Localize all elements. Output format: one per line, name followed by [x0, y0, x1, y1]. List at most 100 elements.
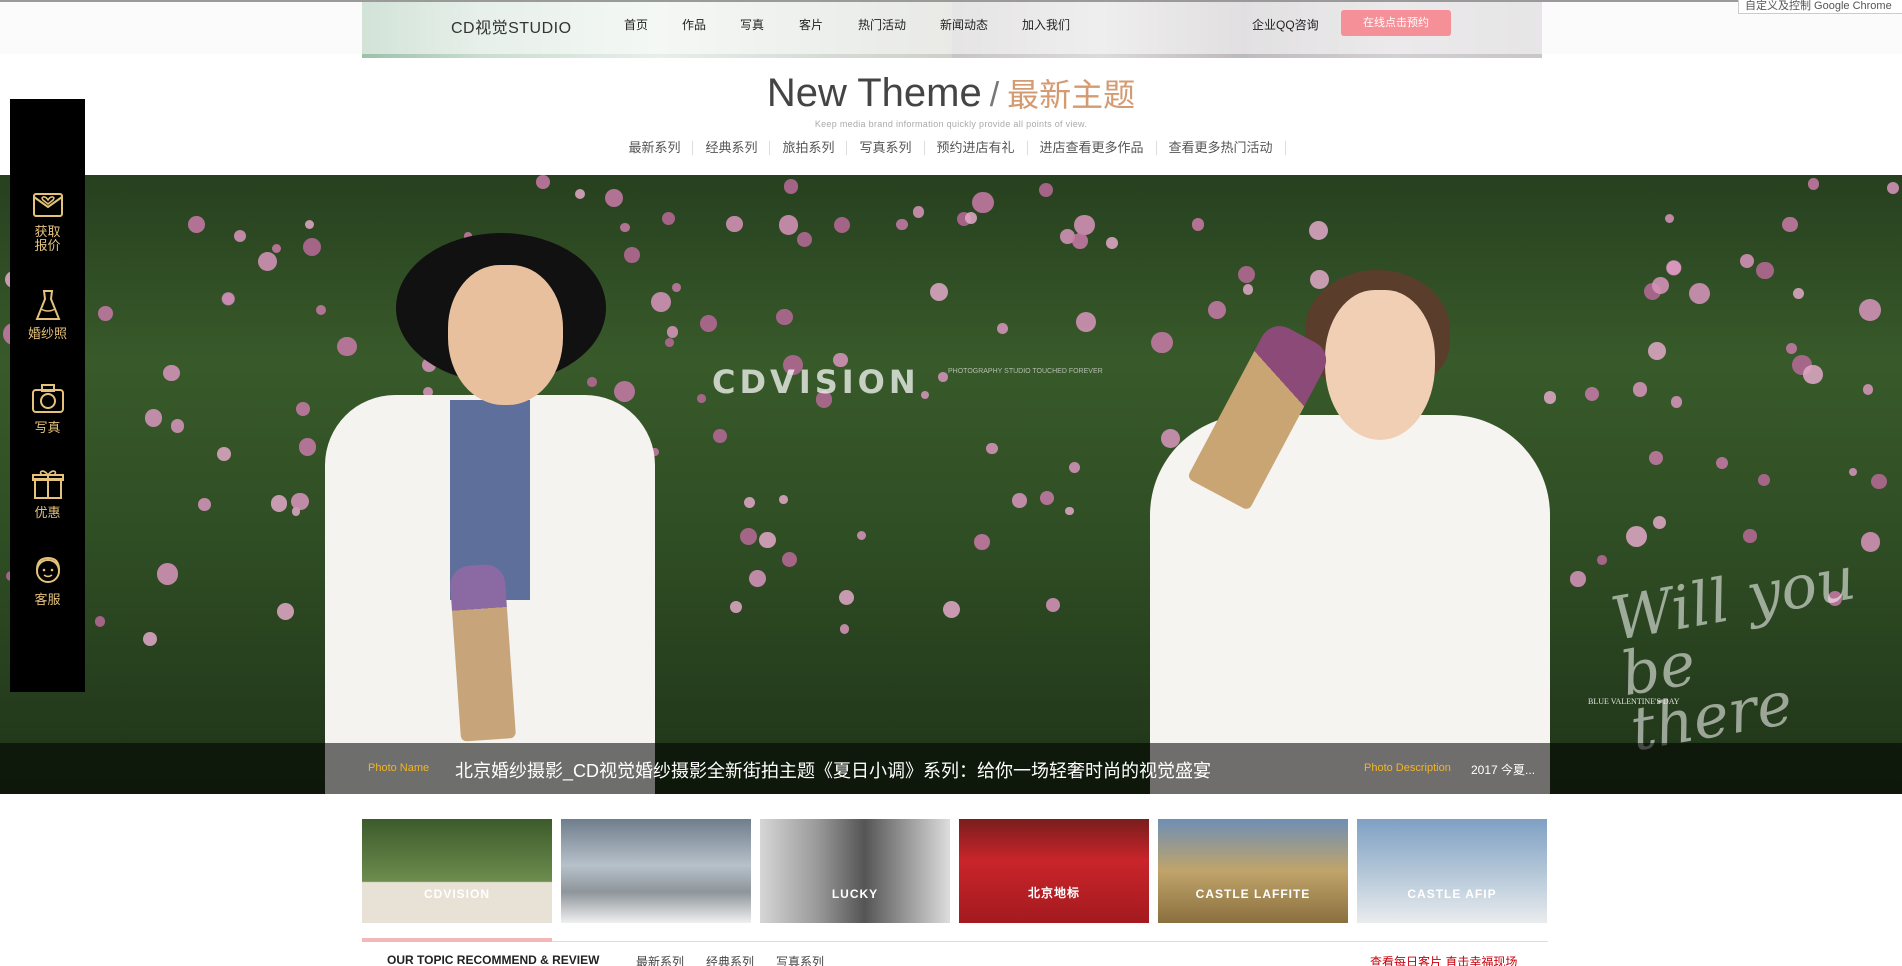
nav-item-events[interactable]: 热门活动 — [858, 16, 940, 33]
sidebar-label-wedding: 婚纱照 — [27, 326, 67, 341]
theme-slash: / — [989, 76, 1000, 114]
category-classic[interactable]: 经典系列 — [693, 141, 771, 155]
sidebar-label-quote: 获取报价 — [34, 224, 61, 253]
heart-mail-icon — [29, 185, 67, 221]
hero-banner[interactable]: CDVISION PHOTOGRAPHY STUDIO TOUCHED FORE… — [0, 175, 1902, 794]
floating-sidebar: 获取报价 婚纱照 写真 优惠 客服 — [10, 99, 85, 692]
flower-blossom — [156, 563, 179, 585]
nav-item-join[interactable]: 加入我们 — [1022, 16, 1104, 33]
flower-blossom — [94, 616, 106, 627]
flower-blossom — [614, 380, 636, 403]
flower-blossom — [1191, 218, 1205, 231]
category-latest[interactable]: 最新系列 — [616, 141, 694, 155]
flower-blossom — [839, 589, 855, 605]
recommend-tab-portrait[interactable]: 写真系列 — [776, 953, 824, 966]
flower-blossom — [839, 624, 850, 634]
recommend-tab-classic[interactable]: 经典系列 — [706, 953, 754, 966]
bride-face — [1325, 290, 1435, 440]
thumbnail-label: 北京地标 — [1027, 886, 1080, 900]
recommend-tab-latest[interactable]: 最新系列 — [636, 953, 684, 966]
flower-blossom — [661, 212, 675, 226]
sidebar-item-portrait[interactable]: 写真 — [10, 381, 85, 435]
thumbnail-4[interactable]: 北京地标 — [959, 819, 1149, 923]
flower-blossom — [217, 447, 232, 462]
nav-item-home[interactable]: 首页 — [624, 16, 682, 33]
flower-blossom — [972, 191, 994, 213]
sidebar-item-wedding[interactable]: 婚纱照 — [10, 287, 85, 341]
flower-blossom — [776, 308, 793, 325]
daily-client-photos-link[interactable]: 查看每日客片 直击幸福现场 — [1370, 953, 1517, 966]
thumbnail-5[interactable]: CASTLE LAFFITE — [1158, 819, 1348, 923]
category-more-works[interactable]: 进店查看更多作品 — [1028, 141, 1157, 155]
theme-title-cn: 最新主题 — [1007, 77, 1136, 113]
thumbnail-strip: CDVISION LUCKY 北京地标 CASTLE LAFFITE CASTL… — [362, 819, 1547, 923]
flower-blossom — [1648, 341, 1667, 360]
camera-icon — [29, 381, 67, 417]
photo-name-label: Photo Name — [368, 762, 430, 774]
sidebar-label-discount: 优惠 — [34, 505, 61, 520]
flower-blossom — [739, 527, 757, 545]
flower-blossom — [302, 237, 321, 257]
photo-title[interactable]: 北京婚纱摄影_CD视觉婚纱摄影全新街拍主题《夏日小调》系列：给你一场轻奢时尚的视… — [455, 757, 1211, 783]
flower-blossom — [604, 188, 623, 207]
nav-item-news[interactable]: 新闻动态 — [940, 16, 1022, 33]
recommend-active-indicator — [362, 938, 552, 942]
thumbnail-6[interactable]: CASTLE AFIP — [1357, 819, 1547, 923]
flower-blossom — [316, 304, 327, 315]
flower-blossom — [672, 283, 682, 293]
thumbnail-label: CASTLE LAFFITE — [1195, 887, 1311, 901]
flower-blossom — [664, 338, 674, 347]
flower-blossom — [1543, 391, 1557, 404]
sidebar-item-quote[interactable]: 获取报价 — [10, 185, 85, 253]
thumbnail-3[interactable]: LUCKY — [760, 819, 950, 923]
flower-blossom — [778, 215, 799, 235]
nav-item-clients[interactable]: 客片 — [799, 16, 858, 33]
flower-blossom — [1862, 384, 1874, 395]
flower-blossom — [233, 230, 246, 243]
flower-blossom — [1237, 266, 1255, 284]
category-travel[interactable]: 旅拍系列 — [770, 141, 848, 155]
thumbnail-label: CDVISION — [423, 887, 490, 901]
category-links: 最新系列 经典系列 旅拍系列 写真系列 预约进店有礼 进店查看更多作品 查看更多… — [0, 141, 1902, 155]
sidebar-item-service[interactable]: 客服 — [10, 553, 85, 607]
flower-blossom — [974, 533, 991, 550]
flower-blossom — [536, 175, 550, 189]
theme-heading: New Theme / 最新主题 — [0, 70, 1902, 116]
flower-blossom — [1807, 178, 1820, 190]
flower-blossom — [743, 497, 755, 509]
flower-blossom — [1040, 490, 1054, 505]
flower-blossom — [1887, 181, 1900, 194]
flower-blossom — [1648, 451, 1664, 466]
flower-blossom — [783, 178, 799, 194]
flower-blossom — [779, 495, 788, 504]
nav-item-portrait[interactable]: 写真 — [740, 16, 799, 33]
book-online-button[interactable]: 在线点击预约 — [1341, 10, 1451, 36]
category-portrait[interactable]: 写真系列 — [847, 141, 925, 155]
flower-blossom — [1651, 276, 1670, 295]
flower-blossom — [1756, 261, 1774, 280]
thumbnail-2[interactable] — [561, 819, 751, 923]
category-booking-gift[interactable]: 预约进店有礼 — [925, 141, 1028, 155]
flower-blossom — [1785, 342, 1797, 354]
brand-logo[interactable]: CD视觉STUDIO — [451, 14, 572, 38]
theme-title-en: New Theme — [766, 71, 982, 115]
flower-blossom — [291, 493, 309, 511]
flower-blossom — [986, 442, 998, 454]
flower-blossom — [796, 231, 813, 247]
photo-description: 2017 今夏... — [1471, 763, 1536, 777]
category-more-events[interactable]: 查看更多热门活动 — [1157, 141, 1286, 155]
flower-blossom — [651, 291, 672, 312]
main-nav: 首页 作品 写真 客片 热门活动 新闻动态 加入我们 — [624, 16, 1104, 33]
thumbnail-1[interactable]: CDVISION — [362, 819, 552, 923]
flower-blossom — [1715, 456, 1728, 469]
flower-blossom — [1038, 182, 1053, 198]
flower-blossom — [1793, 287, 1805, 300]
flower-blossom — [142, 632, 157, 647]
flower-blossom — [624, 247, 641, 263]
sidebar-item-discount[interactable]: 优惠 — [10, 466, 85, 520]
flower-blossom — [749, 570, 766, 588]
flower-blossom — [1743, 529, 1757, 543]
qq-consult-link[interactable]: 企业QQ咨询 — [1252, 16, 1319, 33]
nav-item-works[interactable]: 作品 — [682, 16, 740, 33]
flower-blossom — [930, 283, 949, 302]
